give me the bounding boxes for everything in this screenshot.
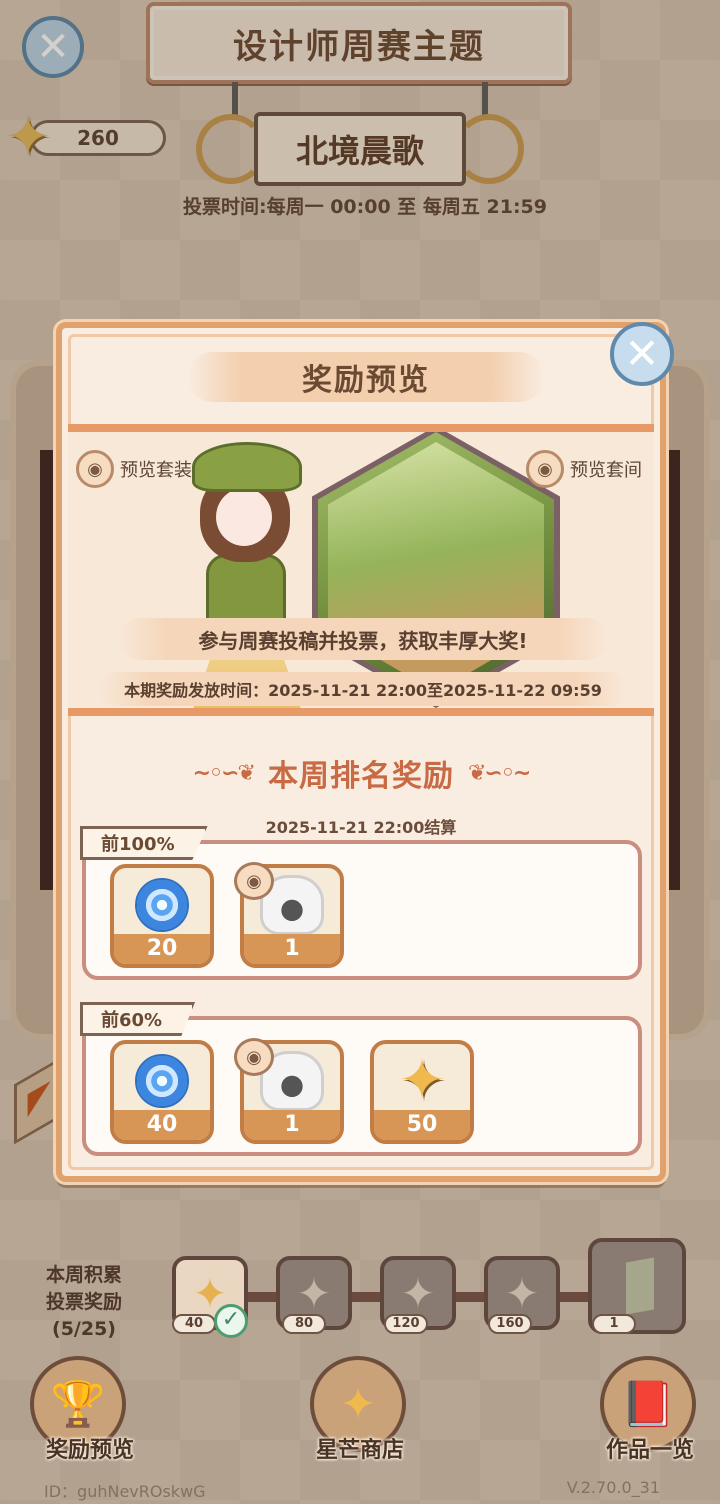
star-shop-label: 星芒商店 <box>315 1438 404 1463</box>
version: V.2.70.0_31 <box>566 1478 660 1497</box>
item-count: 40 <box>114 1110 210 1140</box>
room-preview-image <box>318 432 554 702</box>
preview-room-label: 预览套间 <box>570 460 642 481</box>
accumulate-progress: (5/25) <box>52 1318 116 1340</box>
flourish-right-icon: ❦∽◦~ <box>468 760 531 786</box>
item-count: 50 <box>374 1110 470 1140</box>
user-id: ID：guhNevROskwG <box>44 1482 206 1501</box>
rank-title-text: 本周排名奖励 <box>268 759 454 794</box>
star-icon: ✦ <box>504 1268 540 1318</box>
reward-preview-modal: 奖励预览 ✕ ◉ 预览套装 ◉ 预览套间 参与周赛投稿并投票，获取丰厚大奖! 本… <box>56 322 674 1182</box>
star-icon: ✦ <box>296 1268 332 1318</box>
reward-preview-label: 奖励预览 <box>45 1438 134 1463</box>
tier-label: 前100% <box>80 826 208 860</box>
item-count: 20 <box>114 934 210 964</box>
flourish-left-icon: ~◦∽❦ <box>192 760 256 786</box>
modal-title: 奖励预览 <box>188 352 544 402</box>
milestone-value: 120 <box>384 1314 428 1334</box>
tier-items: 40 1 ✦ 50 <box>110 1040 474 1144</box>
preview-room-button[interactable]: ◉ 预览套间 <box>526 450 642 488</box>
reward-item[interactable]: ✦ 50 <box>370 1040 474 1144</box>
milestone-value: 80 <box>282 1314 326 1334</box>
accumulate-line2: 投票奖励 <box>45 1291 122 1313</box>
reward-item[interactable]: 20 <box>110 864 214 968</box>
item-count: 1 <box>244 934 340 964</box>
preview-outfit-label: 预览套装 <box>120 460 192 481</box>
eye-icon: ◉ <box>526 450 564 488</box>
modal-close-icon[interactable]: ✕ <box>610 322 674 386</box>
preview-outfit-button[interactable]: ◉ 预览套装 <box>76 450 192 488</box>
rank-reward-title: ~◦∽❦ 本周排名奖励 ❦∽◦~ <box>62 746 660 800</box>
reward-banner: ◉ 预览套装 ◉ 预览套间 参与周赛投稿并投票，获取丰厚大奖! 本期奖励发放时间… <box>68 424 654 716</box>
tier-items: 20 1 <box>110 864 344 968</box>
preview-item-eye-icon[interactable]: ◉ <box>234 862 274 900</box>
item-count: 1 <box>244 1110 340 1140</box>
accumulate-line1: 本周积累 <box>45 1264 122 1286</box>
paper-icon <box>626 1257 654 1315</box>
blue-swirl-icon <box>135 878 189 932</box>
preview-item-eye-icon[interactable]: ◉ <box>234 1038 274 1076</box>
reward-tier: 前60% 40 1 ✦ 50 ◉ <box>80 1002 642 1156</box>
eye-icon: ◉ <box>76 450 114 488</box>
reward-time: 本期奖励发放时间：2025-11-21 22:00至2025-11-22 09:… <box>98 672 628 706</box>
milestone-value: 40 <box>172 1314 216 1334</box>
milestone-value: 1 <box>592 1314 636 1334</box>
promo-text: 参与周赛投稿并投票，获取丰厚大奖! <box>118 618 608 660</box>
star-icon: ✦ <box>400 1268 436 1318</box>
milestone-value: 160 <box>488 1314 532 1334</box>
reward-item[interactable]: 40 <box>110 1040 214 1144</box>
tier-label: 前60% <box>80 1002 196 1036</box>
works-list-label: 作品一览 <box>605 1438 694 1463</box>
accumulate-label: 本周积累 投票奖励 (5/25) <box>22 1262 146 1343</box>
star-icon: ✦ <box>398 1048 446 1113</box>
check-icon: ✓ <box>214 1304 248 1338</box>
blue-swirl-icon <box>135 1054 189 1108</box>
reward-tier: 前100% 20 1 ◉ <box>80 826 642 980</box>
